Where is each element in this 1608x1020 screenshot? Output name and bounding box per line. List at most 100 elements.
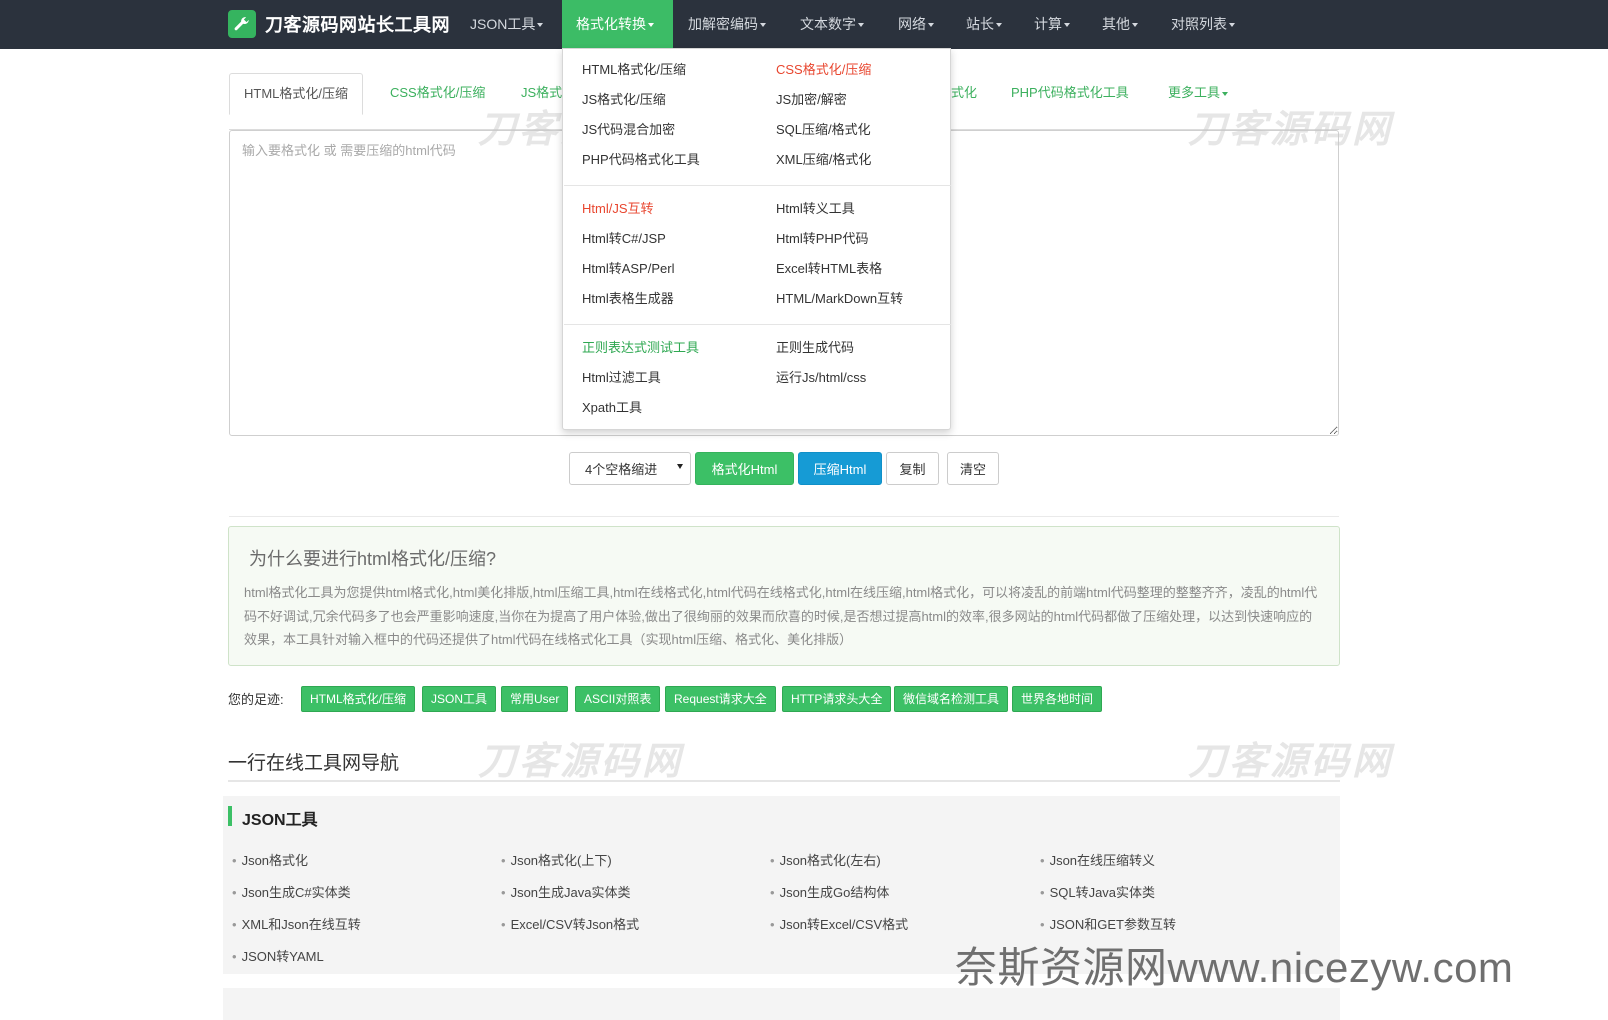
menu-item[interactable]: 正则生成代码 (776, 337, 854, 356)
nav-label: 站长 (966, 16, 994, 32)
tool-link[interactable]: • JSON和GET参数互转 (1040, 914, 1176, 933)
bullet-icon: • (501, 885, 506, 900)
tool-link[interactable]: • Json生成Go结构体 (770, 882, 889, 901)
menu-divider (564, 324, 951, 325)
menu-item[interactable]: Html过滤工具 (582, 367, 661, 386)
info-panel: 为什么要进行html格式化/压缩? html格式化工具为您提供html格式化,h… (228, 526, 1340, 666)
indent-select[interactable]: 4个空格缩进 (569, 452, 691, 485)
caret-down-icon (1064, 23, 1070, 28)
menu-item[interactable]: 运行Js/html/css (776, 367, 866, 386)
tool-link-label: JSON和GET参数互转 (1049, 917, 1176, 932)
nav-reference-lists[interactable]: 对照列表 (1171, 0, 1235, 49)
bullet-icon: • (770, 853, 775, 868)
info-body: html格式化工具为您提供html格式化,html美化排版,html压缩工具,h… (244, 585, 1318, 647)
format-html-button[interactable]: 格式化Html (695, 452, 794, 485)
nav-label: 文本数字 (800, 16, 856, 32)
nav-calculate[interactable]: 计算 (1034, 0, 1070, 49)
nav-network[interactable]: 网络 (898, 0, 934, 49)
tab-format-partial[interactable]: 式化 (951, 73, 977, 114)
menu-item[interactable]: Excel转HTML表格 (776, 258, 882, 277)
menu-item[interactable]: PHP代码格式化工具 (582, 149, 700, 168)
menu-item[interactable]: JS格式化/压缩 (582, 89, 666, 108)
bullet-icon: • (1040, 853, 1045, 868)
tab-label: 式化 (951, 85, 978, 100)
menu-item[interactable]: Html转C#/JSP (582, 228, 666, 247)
tool-link[interactable]: • Json在线压缩转义 (1040, 850, 1155, 869)
menu-item[interactable]: SQL压缩/格式化 (776, 119, 871, 138)
tab-php-format[interactable]: PHP代码格式化工具 (1011, 73, 1129, 114)
tool-link[interactable]: • Excel/CSV转Json格式 (501, 914, 639, 933)
menu-item[interactable]: Html转ASP/Perl (582, 258, 674, 277)
menu-item[interactable]: HTML/MarkDown互转 (776, 288, 903, 307)
nav-label: 对照列表 (1171, 16, 1227, 32)
format-convert-dropdown: HTML格式化/压缩 CSS格式化/压缩 JS格式化/压缩 JS加密/解密 JS… (562, 48, 951, 430)
tab-label: CSS格式化/压缩 (390, 85, 486, 100)
clear-button[interactable]: 清空 (947, 452, 999, 485)
nav-label: JSON工具 (470, 16, 536, 32)
copy-button[interactable]: 复制 (886, 452, 939, 485)
tool-link-label: Json格式化(左右) (779, 853, 881, 868)
select-arrow-icon (677, 464, 683, 469)
menu-divider (564, 185, 951, 186)
nav-json-tools[interactable]: JSON工具 (470, 0, 544, 49)
wrench-icon (228, 10, 256, 38)
menu-item[interactable]: CSS格式化/压缩 (776, 59, 871, 78)
tab-html-format[interactable]: HTML格式化/压缩 (229, 73, 364, 115)
menu-item[interactable]: Xpath工具 (582, 397, 642, 416)
menu-item[interactable]: JS代码混合加密 (582, 119, 675, 138)
brand-name: 刀客源码网站长工具网 (265, 15, 450, 35)
tab-css-format[interactable]: CSS格式化/压缩 (390, 73, 485, 114)
tool-link[interactable]: • Json生成C#实体类 (232, 882, 351, 901)
footprint-chip[interactable]: Request请求大全 (665, 686, 776, 712)
footprint-chip[interactable]: HTTP请求头大全 (782, 686, 892, 712)
menu-item[interactable]: 正则表达式测试工具 (582, 337, 699, 356)
tool-link[interactable]: • XML和Json在线互转 (232, 914, 361, 933)
info-title: 为什么要进行html格式化/压缩? (249, 549, 497, 569)
bullet-icon: • (770, 917, 775, 932)
menu-item[interactable]: JS加密/解密 (776, 89, 847, 108)
tool-link[interactable]: • Json格式化(左右) (770, 850, 881, 869)
brand-logo[interactable]: 刀客源码网站长工具网 (228, 10, 450, 38)
footprint-chip[interactable]: 常用User (501, 686, 569, 712)
tool-link[interactable]: • SQL转Java实体类 (1040, 882, 1155, 901)
section-title: JSON工具 (242, 812, 318, 829)
bullet-icon: • (232, 949, 237, 964)
bullet-icon: • (232, 853, 237, 868)
footprint-chip[interactable]: JSON工具 (422, 686, 497, 712)
tool-link-label: Json在线压缩转义 (1049, 853, 1156, 868)
divider (229, 516, 1339, 517)
footprint-chip[interactable]: 世界各地时间 (1012, 686, 1103, 712)
watermark-logo: 刀客源码网 (1188, 109, 1394, 151)
menu-item[interactable]: HTML格式化/压缩 (582, 59, 686, 78)
footprint-label: 您的足迹: (228, 692, 284, 707)
caret-down-icon (858, 23, 864, 28)
tool-link[interactable]: • Json格式化(上下) (501, 850, 612, 869)
menu-item[interactable]: Html转PHP代码 (776, 228, 868, 247)
tool-link[interactable]: • JSON转YAML (232, 946, 324, 965)
nav-encode-decode[interactable]: 加解密编码 (688, 0, 766, 49)
tool-link-label: Json生成Go结构体 (779, 885, 890, 900)
footprint-chip[interactable]: HTML格式化/压缩 (301, 686, 416, 712)
tool-link-label: Json生成Java实体类 (510, 885, 631, 900)
compress-html-button[interactable]: 压缩Html (798, 452, 882, 485)
footprint-chip[interactable]: 微信域名检测工具 (894, 686, 1009, 712)
menu-item[interactable]: Html转义工具 (776, 198, 855, 217)
watermark-logo: 刀客源码网 (1188, 741, 1394, 783)
bullet-icon: • (1040, 885, 1045, 900)
nav-other[interactable]: 其他 (1102, 0, 1138, 49)
tool-link-label: Excel/CSV转Json格式 (510, 917, 640, 932)
footprint-chip[interactable]: ASCII对照表 (575, 686, 661, 712)
caret-down-icon (928, 23, 934, 28)
tool-link[interactable]: • Json生成Java实体类 (501, 882, 630, 901)
tool-link-label: Json格式化(上下) (510, 853, 612, 868)
tool-link[interactable]: • Json转Excel/CSV格式 (770, 914, 908, 933)
menu-item[interactable]: Html表格生成器 (582, 288, 674, 307)
nav-label: 其他 (1102, 16, 1130, 32)
nav-webmaster[interactable]: 站长 (966, 0, 1002, 49)
nav-text-numbers[interactable]: 文本数字 (800, 0, 864, 49)
tool-link[interactable]: • Json格式化 (232, 850, 308, 869)
divider (228, 780, 1340, 782)
menu-item[interactable]: Html/JS互转 (582, 198, 654, 217)
nav-format-convert[interactable]: 格式化转换 (562, 0, 673, 49)
menu-item[interactable]: XML压缩/格式化 (776, 149, 871, 168)
